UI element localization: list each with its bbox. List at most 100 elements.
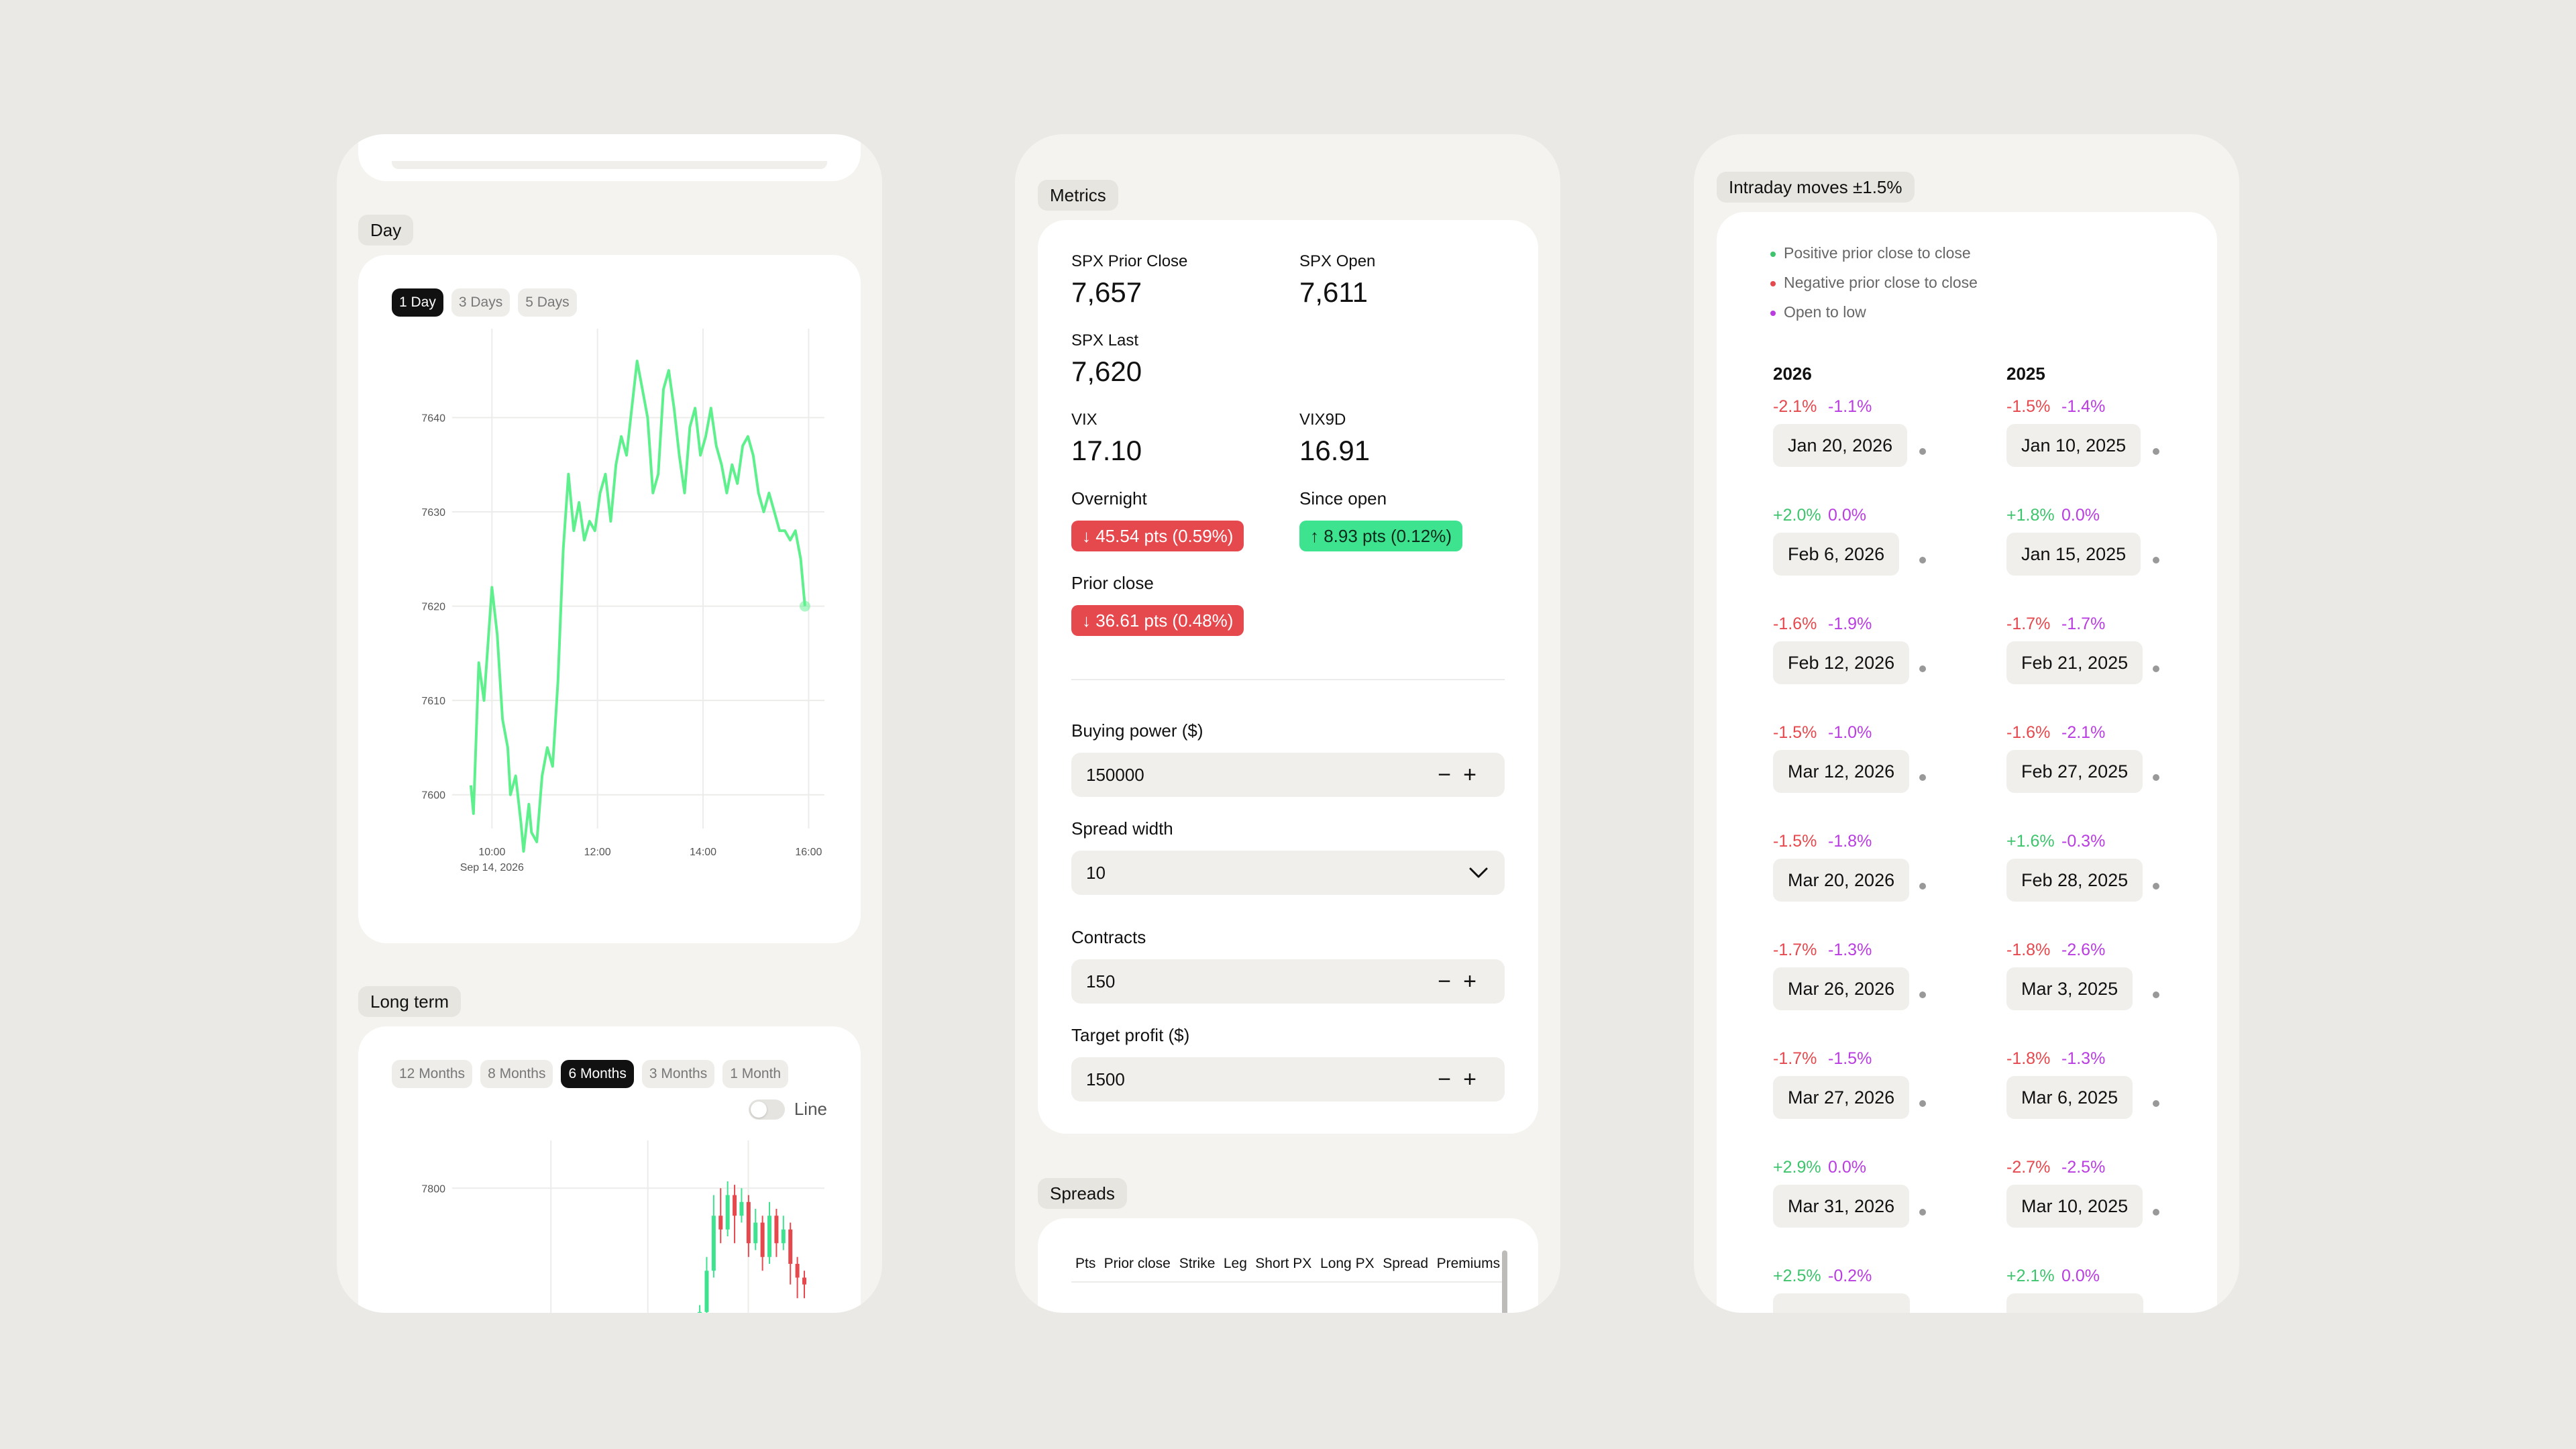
close-change: -1.7% (1773, 941, 1817, 959)
metrics-divider (1071, 679, 1505, 680)
move-date-button[interactable]: Feb 28, 2025 (2006, 859, 2143, 902)
contracts-value: 150 (1086, 971, 1116, 991)
close-change: +1.6% (2006, 832, 2055, 851)
spx-last-value: 7,620 (1071, 356, 1142, 387)
since-open-badge: ↑ 8.93 pts (0.12%) (1299, 521, 1462, 551)
spreads-column-header: Leg (1223, 1256, 1247, 1271)
legend-label: Negative prior close to close (1784, 274, 1978, 291)
section-tag-day: Day (358, 215, 414, 246)
move-date-button[interactable]: Mar 31, 2026 (1773, 1185, 1910, 1228)
move-date-button[interactable]: Mar 3, 2025 (2006, 967, 2133, 1010)
table-scrollbar[interactable] (1502, 1250, 1507, 1313)
section-tag-spreads: Spreads (1038, 1178, 1127, 1209)
indicator-dot-icon (2153, 557, 2159, 564)
move-date-button[interactable]: Jan 20, 2026 (1773, 424, 1908, 467)
candle-body (739, 1201, 744, 1216)
candle-body (795, 1264, 800, 1278)
close-change: -1.6% (1773, 614, 1817, 633)
x-tick-label: 10:00 (478, 847, 505, 858)
target-profit-value: 1500 (1086, 1069, 1125, 1089)
close-change: -1.5% (2006, 397, 2051, 416)
close-change: -1.7% (2006, 614, 2051, 633)
move-date-button[interactable]: Feb 6, 2026 (1773, 533, 1900, 576)
open-to-low-change: 0.0% (1828, 1158, 1866, 1177)
spreads-column-header: Short PX (1255, 1256, 1312, 1271)
indicator-dot-icon (1919, 991, 1926, 998)
move-date-button[interactable]: Jan 10, 2025 (2006, 424, 2141, 467)
open-to-low-change: -1.7% (2061, 614, 2106, 633)
indicator-dot-icon (2153, 883, 2159, 890)
section-tag-intraday-moves: Intraday moves ±1.5% (1717, 172, 1915, 203)
open-to-low-change: -1.0% (1828, 723, 1872, 742)
spreads-card: Pts Prior close Strike Leg Short PX Long PX Sp… (1038, 1218, 1538, 1313)
spread-width-select[interactable]: 10 (1071, 851, 1505, 895)
legend-dot-icon (1770, 251, 1776, 257)
spreads-column-header: Prior close (1104, 1256, 1171, 1271)
indicator-dot-icon (2153, 665, 2159, 672)
open-to-low-change: -2.1% (2061, 723, 2106, 742)
y-tick-label: 7620 (421, 602, 445, 613)
day-chart-card: 1 Day 3 Days 5 Days 7600 7610 7620 7630 7640 10… (358, 255, 861, 943)
move-date-button[interactable]: Mar 12, 2026 (1773, 750, 1910, 793)
candle-body (774, 1216, 779, 1244)
spread-width-value: 10 (1086, 863, 1106, 883)
open-to-low-change: 0.0% (1828, 506, 1866, 525)
buying-power-stepper[interactable]: −+ (1438, 753, 1489, 797)
indicator-dot-icon (2153, 1209, 2159, 1216)
indicator-dot-icon (1919, 1209, 1926, 1216)
spx-prior-close-value: 7,657 (1071, 276, 1142, 308)
long-term-candlestick-chart: 78007600 (421, 1140, 824, 1313)
close-change: +1.8% (2006, 506, 2055, 525)
prior-close-badge: ↓ 36.61 pts (0.48%) (1071, 605, 1244, 636)
target-profit-stepper[interactable]: −+ (1438, 1057, 1489, 1102)
open-to-low-change: -0.2% (1828, 1267, 1872, 1285)
candle-body (767, 1216, 772, 1257)
close-change: -1.6% (2006, 723, 2051, 742)
move-date-button[interactable] (1773, 1293, 1910, 1313)
buying-power-input[interactable]: 150000 −+ (1071, 753, 1505, 797)
close-change: -1.8% (2006, 1049, 2051, 1068)
intraday-moves-screen: Intraday moves ±1.5% Positive prior clos… (1694, 134, 2239, 1313)
day-screen: Day 1 Day 3 Days 5 Days 7600 7610 7620 7630 76… (337, 134, 882, 1313)
open-to-low-change: -1.5% (1828, 1049, 1872, 1068)
candle-body (725, 1195, 730, 1230)
metrics-screen: Metrics SPX Prior Close 7,657 SPX Open 7… (1015, 134, 1560, 1313)
indicator-dot-icon (2153, 774, 2159, 781)
candle-body (698, 1311, 702, 1313)
overnight-label: Overnight (1071, 488, 1147, 508)
move-date-button[interactable]: Feb 27, 2025 (2006, 750, 2143, 793)
move-date-button[interactable]: Mar 10, 2025 (2006, 1185, 2143, 1228)
open-to-low-change: -1.8% (1828, 832, 1872, 851)
move-date-button[interactable]: Jan 15, 2025 (2006, 533, 2141, 576)
date-label: Sep 14, 2026 (460, 862, 524, 873)
indicator-dot-icon (2153, 991, 2159, 998)
indicator-dot-icon (1919, 665, 1926, 672)
candle-body (802, 1277, 806, 1285)
move-date-button[interactable] (2006, 1293, 2143, 1313)
move-date-button[interactable]: Feb 12, 2026 (1773, 641, 1910, 684)
candle-body (781, 1229, 786, 1244)
contracts-input[interactable]: 150 −+ (1071, 959, 1505, 1004)
indicator-dot-icon (1919, 557, 1926, 564)
open-to-low-change: -2.5% (2061, 1158, 2106, 1177)
spreads-column-header: Premiums (1436, 1256, 1501, 1271)
open-to-low-change: -1.3% (2061, 1049, 2106, 1068)
contracts-stepper[interactable]: −+ (1438, 959, 1489, 1004)
close-change: -1.5% (1773, 832, 1817, 851)
target-profit-input[interactable]: 1500 −+ (1071, 1057, 1505, 1102)
indicator-dot-icon (2153, 448, 2159, 455)
move-date-button[interactable]: Mar 20, 2026 (1773, 859, 1910, 902)
move-date-button[interactable]: Mar 27, 2026 (1773, 1076, 1910, 1119)
move-date-button[interactable]: Feb 21, 2025 (2006, 641, 2143, 684)
open-to-low-change: 0.0% (2061, 506, 2100, 525)
move-date-button[interactable]: Mar 26, 2026 (1773, 967, 1910, 1010)
spreads-column-header: Long PX (1320, 1256, 1375, 1271)
y-tick-label: 7600 (421, 790, 445, 802)
top-card (358, 134, 861, 181)
open-to-low-change: -1.3% (1828, 941, 1872, 959)
candle-body (711, 1216, 716, 1271)
chevron-down-icon (1469, 867, 1488, 878)
candle-body (753, 1222, 758, 1244)
move-date-button[interactable]: Mar 6, 2025 (2006, 1076, 2133, 1119)
y-tick-label: 7800 (421, 1183, 445, 1195)
